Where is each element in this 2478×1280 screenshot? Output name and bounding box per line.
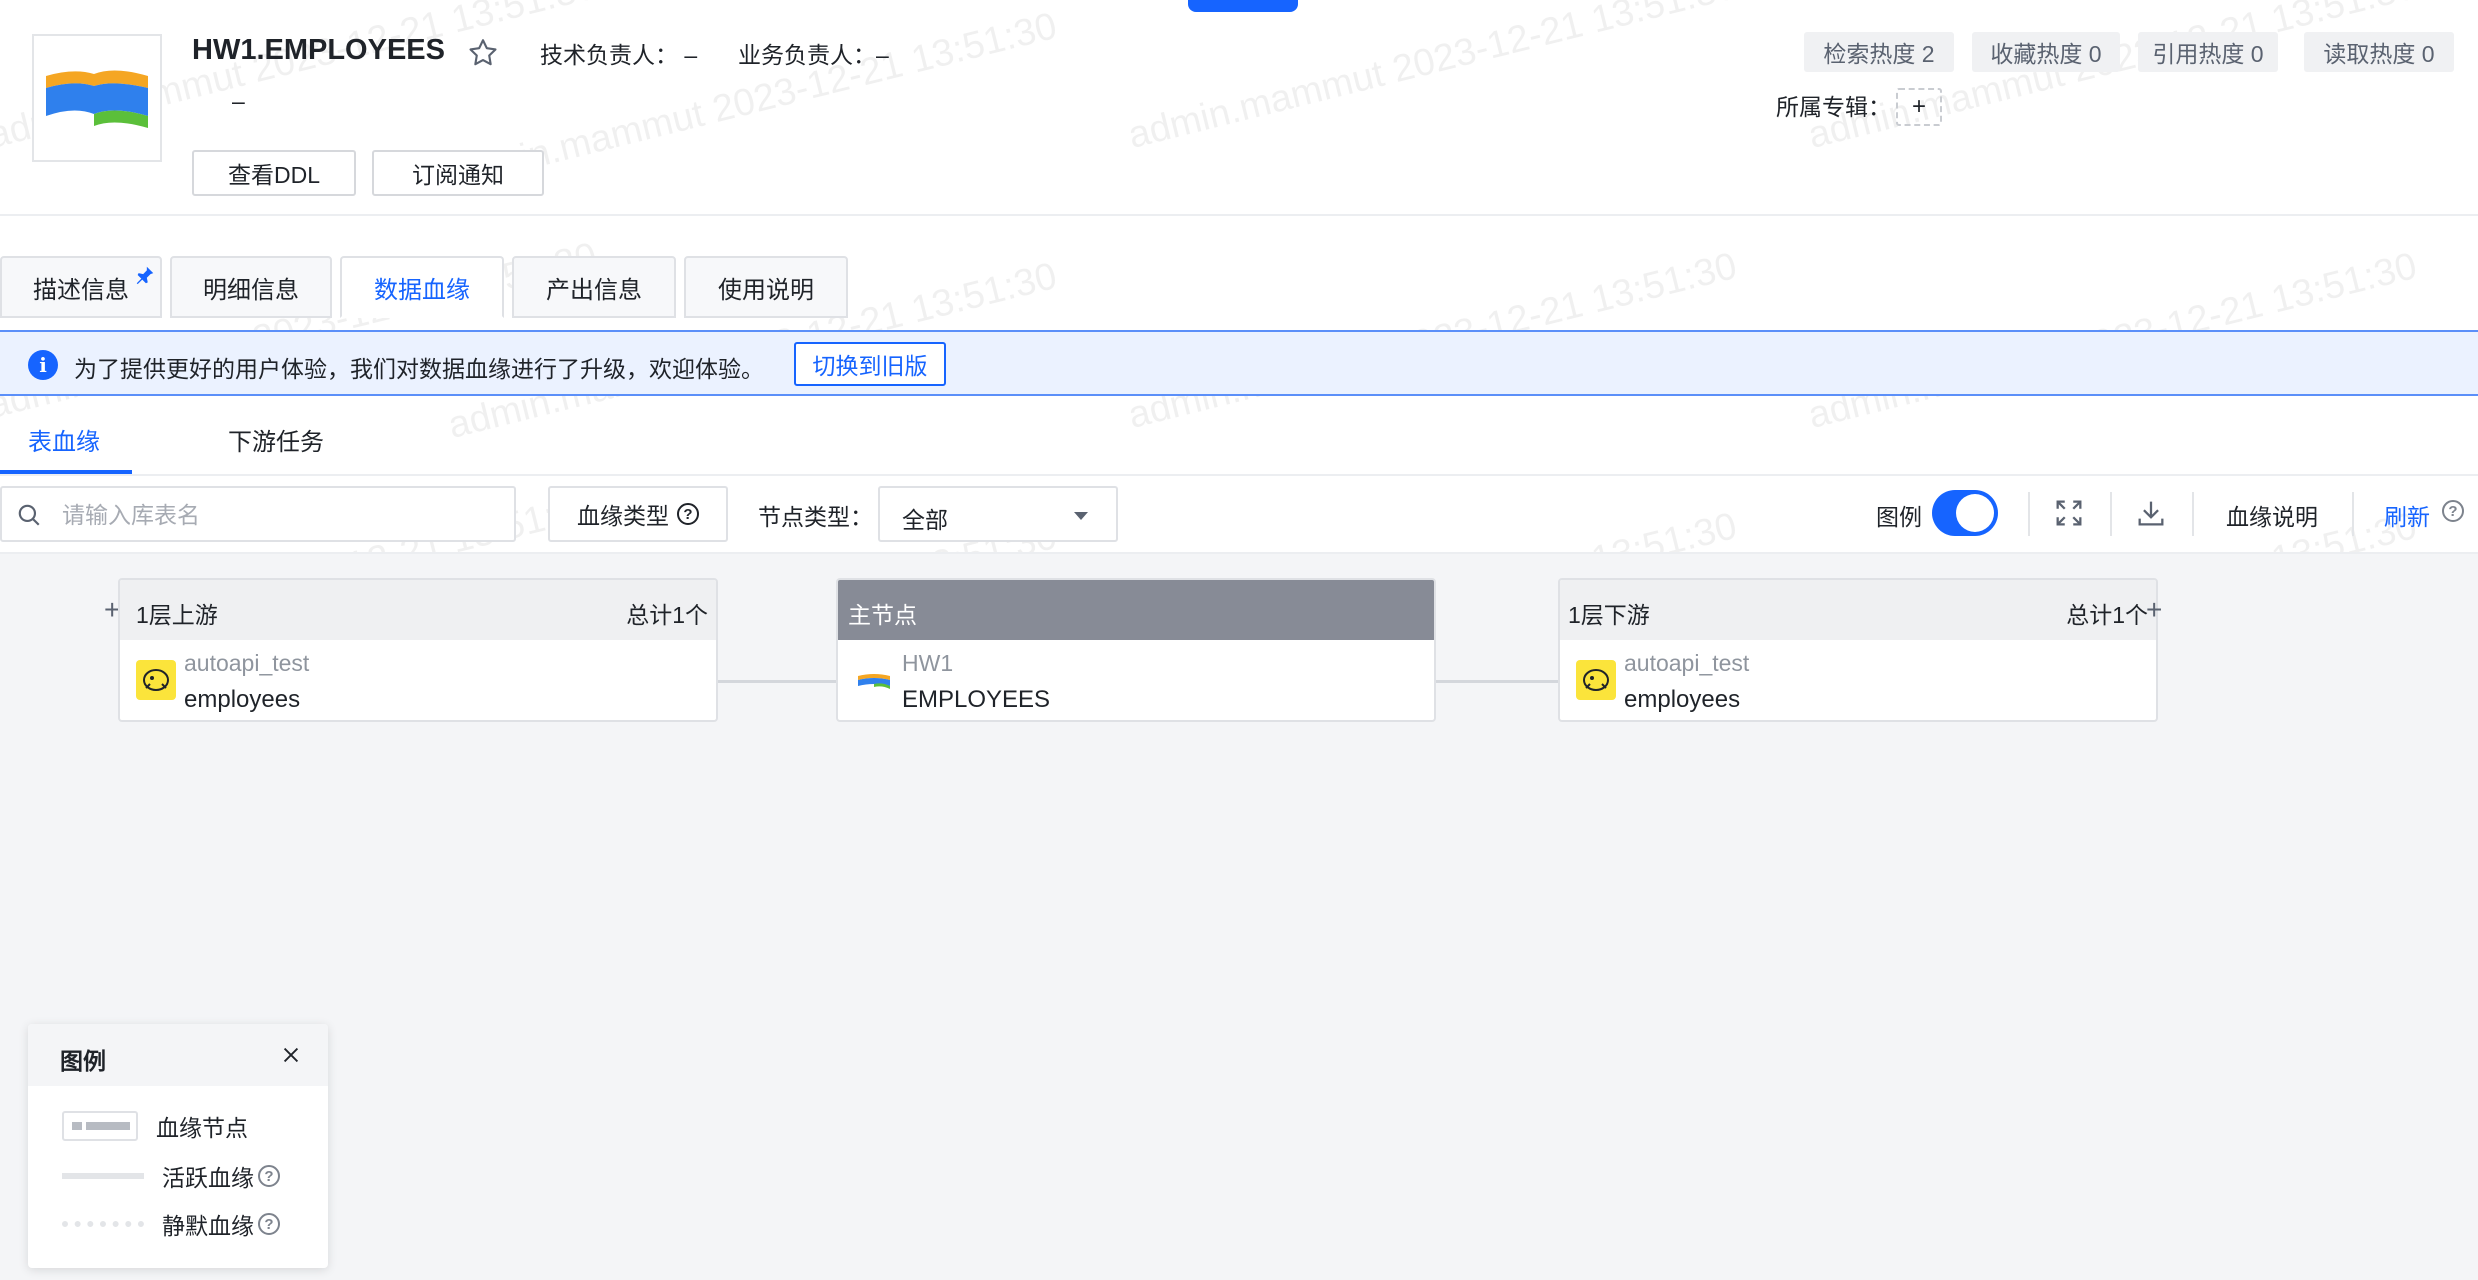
active-lineage-swatch	[62, 1173, 144, 1179]
refresh-help: ?	[2442, 500, 2464, 522]
legend-toggle-label: 图例	[1876, 504, 1922, 530]
switch-old-version-button[interactable]: 切换到旧版	[794, 342, 946, 386]
node-table-name[interactable]: employees	[184, 686, 300, 714]
toolbar-separator	[2028, 492, 2030, 536]
tab-label: 使用说明	[718, 276, 814, 304]
group-count: 总计1个	[2066, 602, 2148, 628]
lineage-type-button[interactable]: 血缘类型 ?	[548, 486, 728, 542]
info-icon: i	[28, 350, 58, 380]
hive-db-icon[interactable]	[1576, 660, 1616, 700]
tab-lineage[interactable]: 数据血缘	[340, 256, 504, 318]
group-header: 1层下游 总计1个	[1560, 580, 2156, 640]
fullscreen-icon[interactable]	[2052, 496, 2086, 530]
legend-header: 图例	[28, 1024, 328, 1086]
tab-label: 产出信息	[546, 276, 642, 304]
tech-owner: 技术负责人： –	[540, 42, 698, 68]
legend-item: 血缘节点	[62, 1108, 248, 1144]
table-description: –	[232, 88, 245, 114]
caret-down-icon	[1074, 512, 1088, 520]
top-search-handle[interactable]	[1188, 0, 1298, 12]
tab-detail[interactable]: 明细信息	[170, 256, 332, 318]
reference-heat-badge: 引用热度 0	[2138, 32, 2278, 72]
downstream-group: 1层下游 总计1个 autoapi_test employees	[1558, 578, 2158, 722]
search-box[interactable]	[0, 486, 516, 542]
subtab-table-lineage[interactable]: 表血缘	[28, 422, 100, 457]
node-table-name[interactable]: EMPLOYEES	[902, 686, 1050, 714]
search-input[interactable]	[60, 488, 504, 542]
node-type-select[interactable]: 全部	[878, 486, 1118, 542]
table-logo-icon	[46, 70, 148, 128]
watermark: admin.mammut 2023-12-21 13:51:30	[1804, 0, 2421, 158]
tab-description[interactable]: 描述信息	[0, 256, 162, 318]
toolbar-separator	[2110, 492, 2112, 536]
view-ddl-button[interactable]: 查看DDL	[192, 150, 356, 196]
toolbar-separator	[2192, 492, 2194, 536]
lineage-edge	[718, 680, 836, 683]
toggle-knob	[1956, 494, 1994, 532]
subtab-divider	[0, 474, 2478, 476]
album-add-button[interactable]: +	[1896, 88, 1942, 126]
read-heat-badge: 读取热度 0	[2304, 32, 2454, 72]
node-type-value: 全部	[902, 507, 948, 533]
legend-item: 活跃血缘 ?	[62, 1158, 280, 1194]
tab-label: 数据血缘	[374, 276, 470, 304]
legend-toggle[interactable]	[1932, 490, 1998, 536]
upstream-group: 1层上游 总计1个 autoapi_test employees	[118, 578, 718, 722]
lineage-node-swatch	[62, 1111, 138, 1141]
legend-item-label: 血缘节点	[156, 1115, 248, 1141]
help-icon: ?	[677, 503, 699, 525]
download-icon[interactable]	[2134, 496, 2168, 530]
favorite-heat-badge: 收藏热度 0	[1972, 32, 2120, 72]
legend-item-label: 活跃血缘	[162, 1165, 254, 1191]
node-table-name[interactable]: employees	[1624, 686, 1740, 714]
table-logo-icon[interactable]	[854, 660, 894, 700]
group-count: 总计1个	[626, 602, 708, 628]
lineage-edge	[1436, 680, 1558, 683]
tab-label: 描述信息	[33, 276, 129, 304]
group-header: 1层上游 总计1个	[120, 580, 716, 640]
legend-title: 图例	[60, 1048, 106, 1074]
legend-panel: 图例 血缘节点 活跃血缘 ? 静默血缘 ?	[28, 1024, 328, 1268]
tab-usage[interactable]: 使用说明	[684, 256, 848, 318]
silent-lineage-swatch	[62, 1221, 144, 1227]
help-icon[interactable]: ?	[258, 1165, 280, 1187]
node-db-name[interactable]: autoapi_test	[184, 650, 309, 677]
help-icon: ?	[2442, 500, 2464, 522]
node-db-name[interactable]: HW1	[902, 650, 953, 677]
tab-output[interactable]: 产出信息	[512, 256, 676, 318]
notice-text: 为了提供更好的用户体验，我们对数据血缘进行了升级，欢迎体验。	[74, 356, 764, 382]
search-heat-badge: 检索热度 2	[1804, 32, 1954, 72]
lineage-help-button[interactable]: 血缘说明	[2226, 498, 2318, 532]
refresh-button[interactable]: 刷新	[2384, 498, 2430, 532]
favorite-star-icon[interactable]	[466, 36, 500, 70]
header-divider	[0, 214, 2478, 216]
tab-label: 明细信息	[203, 276, 299, 304]
toolbar-separator	[2352, 492, 2354, 536]
album-label: 所属专辑：	[1776, 94, 1891, 120]
main-node-group: 主节点 HW1 EMPLOYEES	[836, 578, 1436, 722]
legend-item: 静默血缘 ?	[62, 1206, 280, 1242]
upgrade-notice: i 为了提供更好的用户体验，我们对数据血缘进行了升级，欢迎体验。 切换到旧版	[0, 330, 2478, 396]
biz-owner: 业务负责人：–	[738, 42, 889, 68]
node-type-label: 节点类型：	[758, 504, 873, 530]
subscribe-button[interactable]: 订阅通知	[372, 150, 544, 196]
hive-db-icon[interactable]	[136, 660, 176, 700]
watermark: admin.mammut 2023-12-21 13:51:30	[1124, 0, 1741, 158]
legend-item-label: 静默血缘	[162, 1213, 254, 1239]
subtab-downstream-tasks[interactable]: 下游任务	[228, 422, 324, 457]
expand-downstream-icon[interactable]: +	[2146, 594, 2162, 626]
close-icon[interactable]	[280, 1044, 302, 1066]
group-title: 1层下游	[1568, 602, 1650, 628]
page-title: HW1.EMPLOYEES	[192, 34, 445, 66]
node-db-name[interactable]: autoapi_test	[1624, 650, 1749, 677]
group-title: 主节点	[848, 602, 917, 628]
group-title: 1层上游	[136, 602, 218, 628]
table-thumbnail	[32, 34, 162, 162]
help-icon[interactable]: ?	[258, 1213, 280, 1235]
lineage-type-label: 血缘类型	[577, 503, 669, 529]
group-header: 主节点	[838, 580, 1434, 640]
search-icon	[18, 504, 40, 526]
pin-icon[interactable]	[134, 264, 156, 286]
